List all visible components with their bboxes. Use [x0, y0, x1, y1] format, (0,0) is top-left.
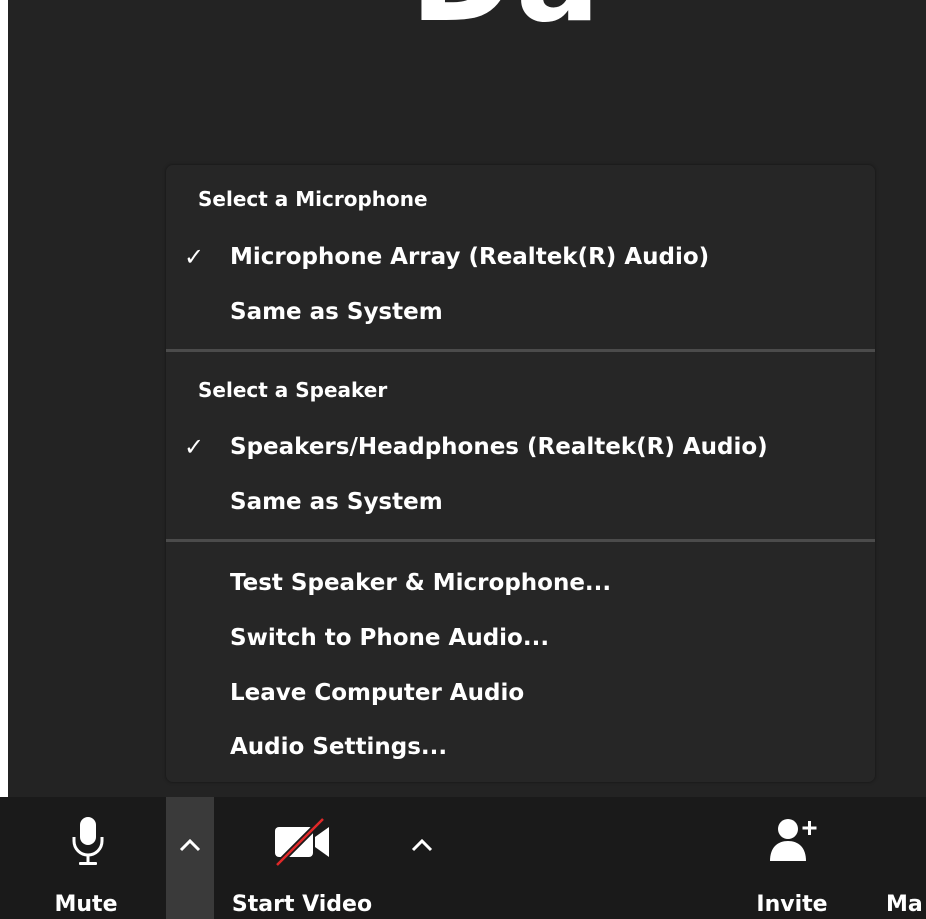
microphone-section-header: Select a Microphone [198, 187, 428, 211]
menu-item-label: Microphone Array (Realtek(R) Audio) [230, 244, 710, 270]
invite-button[interactable]: Invite [745, 797, 839, 919]
menu-item-label: Same as System [230, 489, 443, 515]
audio-options-caret-button[interactable] [166, 797, 214, 919]
menu-item-speakers-headphones[interactable]: ✓ Speakers/Headphones (Realtek(R) Audio) [166, 423, 875, 471]
add-person-icon [745, 815, 839, 869]
menu-item-label: Same as System [230, 299, 443, 325]
video-options-caret-button[interactable] [398, 797, 446, 919]
participant-name-text: Da [410, 0, 602, 50]
start-video-button[interactable]: Start Video [222, 797, 382, 919]
chevron-up-icon [411, 838, 433, 852]
mute-button[interactable]: Mute [38, 797, 138, 919]
menu-item-microphone-same-as-system[interactable]: Same as System [166, 288, 875, 336]
menu-item-leave-computer-audio[interactable]: Leave Computer Audio [166, 669, 875, 717]
checkmark-icon: ✓ [184, 433, 205, 461]
mute-label: Mute [54, 892, 118, 917]
start-video-label: Start Video [231, 892, 373, 917]
microphone-icon [38, 815, 138, 869]
menu-item-audio-settings[interactable]: Audio Settings... [166, 723, 875, 771]
chevron-up-icon [179, 838, 201, 852]
menu-item-test-speaker-microphone[interactable]: Test Speaker & Microphone... [166, 559, 875, 607]
video-camera-off-icon [222, 815, 382, 869]
speaker-section-header: Select a Speaker [198, 378, 388, 402]
menu-item-label: Leave Computer Audio [230, 680, 525, 706]
menu-item-label: Audio Settings... [230, 734, 448, 760]
menu-item-label: Speakers/Headphones (Realtek(R) Audio) [230, 434, 768, 460]
invite-label: Invite [756, 892, 828, 917]
meeting-toolbar: Mute Start Video Invite Ma [0, 797, 926, 919]
menu-item-label: Switch to Phone Audio... [230, 625, 550, 651]
audio-options-menu: Select a Microphone ✓ Microphone Array (… [166, 165, 875, 782]
zoom-meeting-window: Da Select a Microphone ✓ Microphone Arra… [0, 0, 926, 919]
menu-item-microphone-array[interactable]: ✓ Microphone Array (Realtek(R) Audio) [166, 233, 875, 281]
menu-item-speaker-same-as-system[interactable]: Same as System [166, 478, 875, 526]
left-edge [0, 0, 8, 919]
manage-participants-button[interactable]: Ma [884, 797, 926, 919]
checkmark-icon: ✓ [184, 243, 205, 271]
menu-divider [166, 539, 875, 542]
manage-participants-label: Ma [886, 892, 923, 917]
menu-item-label: Test Speaker & Microphone... [230, 570, 612, 596]
menu-divider [166, 349, 875, 352]
menu-item-switch-to-phone-audio[interactable]: Switch to Phone Audio... [166, 614, 875, 662]
